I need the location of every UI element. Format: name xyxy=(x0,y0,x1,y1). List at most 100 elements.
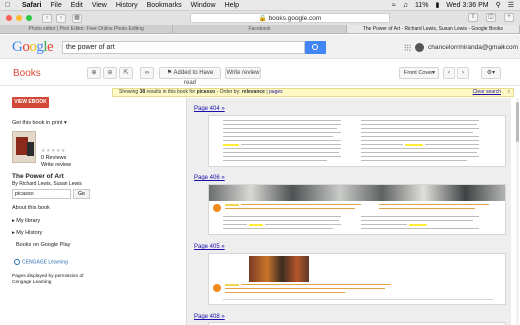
tab-pixlr[interactable]: Photo editor | Pixlr Editor: Free Online… xyxy=(0,25,174,33)
page-link-408[interactable]: Page 408 » xyxy=(194,314,225,320)
menu-file[interactable]: File xyxy=(50,0,61,11)
close-window-button[interactable] xyxy=(6,15,12,21)
menu-edit[interactable]: Edit xyxy=(71,0,83,11)
lock-icon: 🔒 xyxy=(258,15,267,22)
book-authors: By Richard Lewis, Susan Lewis xyxy=(12,181,82,187)
added-to-have-read-label: Added to Have read xyxy=(173,70,214,86)
link-icon[interactable]: ∞ xyxy=(140,67,154,79)
search-in-book-go-button[interactable]: Go xyxy=(73,189,90,199)
menu-help[interactable]: Help xyxy=(225,0,239,11)
my-library-label: My library xyxy=(16,218,41,224)
search-in-book-input[interactable]: picasso xyxy=(12,189,71,199)
book-title: The Power of Art xyxy=(12,173,64,180)
result-count: 38 xyxy=(139,89,146,95)
battery-percent[interactable]: 11% xyxy=(415,0,429,11)
menu-list-icon[interactable]: ☰ xyxy=(508,0,514,11)
menu-bookmarks[interactable]: Bookmarks xyxy=(147,0,182,11)
prev-page-icon[interactable]: ‹ xyxy=(443,67,455,79)
zoom-out-icon[interactable]: ⊖ xyxy=(103,67,117,79)
menu-safari[interactable]: Safari xyxy=(22,0,41,11)
menu-history[interactable]: History xyxy=(116,0,138,11)
about-this-book-link[interactable]: About this book xyxy=(12,205,50,211)
clear-search-link[interactable]: Clear search xyxy=(473,89,501,96)
address-bar[interactable]: 🔒 books.google.com xyxy=(190,13,390,23)
google-header: Google the power of art chancelorrmirand… xyxy=(0,35,520,59)
google-search-button[interactable] xyxy=(305,41,326,54)
write-review-button[interactable]: Write review xyxy=(225,67,261,79)
next-page-icon[interactable]: › xyxy=(457,67,469,79)
new-tab-icon[interactable]: + xyxy=(504,13,514,22)
view-ebook-button[interactable]: VIEW EBOOK xyxy=(12,97,49,108)
chevron-down-icon[interactable]: ▾ xyxy=(502,44,505,51)
page-snippet-406[interactable] xyxy=(208,184,506,235)
chevron-down-icon: ▾ xyxy=(432,70,435,76)
triangle-right-icon: ▸ xyxy=(12,230,15,236)
showing-prefix: Showing xyxy=(119,89,139,95)
books-on-google-play-link[interactable]: Books on Google Play xyxy=(16,242,70,248)
screen:  Safari File Edit View History Bookmark… xyxy=(0,0,520,325)
volume-icon[interactable]: ♫ xyxy=(403,0,408,11)
order-prefix: - Order by: xyxy=(216,89,241,95)
write-review-link[interactable]: Write review xyxy=(41,162,71,168)
fullscreen-icon[interactable]: ⇱ xyxy=(119,67,133,79)
order-relevance[interactable]: relevance xyxy=(242,89,265,95)
view-select-value: Front Cover xyxy=(404,70,434,76)
tabs-overview-icon[interactable]: ◫ xyxy=(486,13,496,22)
page-link-406[interactable]: Page 406 » xyxy=(194,175,225,181)
my-library-item[interactable]: ▸ My library xyxy=(12,218,40,224)
page-snippet-404[interactable] xyxy=(208,115,506,167)
zoom-in-icon[interactable]: ⊕ xyxy=(87,67,101,79)
menu-view[interactable]: View xyxy=(92,0,107,11)
sidebar-icon[interactable]: ▦ xyxy=(72,13,82,23)
page-link-404[interactable]: Page 404 » xyxy=(194,106,225,112)
google-logo[interactable]: Google xyxy=(12,39,54,56)
painting-thumbnail-image xyxy=(249,256,309,282)
get-book-in-print-link[interactable]: Get this book in print ▾ xyxy=(12,120,67,126)
added-to-have-read-button[interactable]: ⚑ Added to Have read xyxy=(159,67,221,86)
books-title[interactable]: Books xyxy=(13,68,41,79)
minimize-window-button[interactable] xyxy=(16,15,22,21)
orange-bullet-icon xyxy=(213,204,221,212)
book-cover-thumbnail[interactable] xyxy=(12,131,36,163)
reviews-link[interactable]: 0 Reviews xyxy=(41,155,66,161)
zoom-window-button[interactable] xyxy=(26,15,32,21)
book-sidebar: VIEW EBOOK Get this book in print ▾ ★★★★… xyxy=(0,87,110,325)
close-banner-icon[interactable]: x xyxy=(508,89,511,96)
tab-facebook[interactable]: Facebook xyxy=(173,25,347,33)
forward-arrow-icon[interactable]: › xyxy=(56,13,66,23)
page-link-405[interactable]: Page 405 » xyxy=(194,244,225,250)
status-area: ≈ ♫ 11% ▮ Wed 3:36 PM ⚲ ☰ xyxy=(392,0,514,11)
orange-bullet-icon xyxy=(213,284,221,292)
back-arrow-icon[interactable]: ‹ xyxy=(42,13,52,23)
avatar[interactable] xyxy=(415,43,424,52)
rating-stars: ★★★★★ xyxy=(41,148,66,154)
macos-menu-bar:  Safari File Edit View History Bookmark… xyxy=(0,0,520,11)
books-toolbar: Books ⊕ ⊖ ⇱ ∞ ⚑ Added to Have read Write… xyxy=(0,60,520,86)
address-text: books.google.com xyxy=(268,15,322,22)
menu-window[interactable]: Window xyxy=(191,0,216,11)
page-snippet-405[interactable] xyxy=(208,253,506,305)
tab-google-books[interactable]: The Power of Art - Richard Lewis, Susan … xyxy=(346,25,520,33)
battery-icon[interactable]: ▮ xyxy=(435,0,439,11)
my-history-label: My History xyxy=(16,230,43,236)
view-select[interactable]: Front Cover ▾ xyxy=(399,67,439,79)
search-results-banner: Showing 38 results in this book for pica… xyxy=(112,88,514,97)
results-scrollbar[interactable] xyxy=(516,98,519,325)
chevron-down-icon: ▾ xyxy=(63,120,67,126)
wifi-icon[interactable]: ≈ xyxy=(392,0,396,11)
cengage-logo[interactable]: CENGAGE Learning xyxy=(14,259,68,265)
gear-icon[interactable]: ⚙▾ xyxy=(481,67,501,79)
showing-mid: results in this book for xyxy=(146,89,196,95)
order-pages-link[interactable]: pages xyxy=(269,89,283,95)
apple-icon[interactable]:  xyxy=(5,0,13,11)
get-book-label: Get this book in print xyxy=(12,120,63,126)
google-search-input[interactable]: the power of art xyxy=(62,41,305,54)
share-icon[interactable]: ⇧ xyxy=(468,13,478,22)
search-icon[interactable]: ⚲ xyxy=(496,0,501,11)
guernica-painting-image xyxy=(209,185,505,201)
search-term: picasso xyxy=(196,89,216,95)
my-history-item[interactable]: ▸ My History xyxy=(12,230,42,236)
triangle-right-icon: ▸ xyxy=(12,218,15,224)
clock[interactable]: Wed 3:36 PM xyxy=(446,0,488,11)
apps-grid-icon[interactable] xyxy=(404,44,411,51)
